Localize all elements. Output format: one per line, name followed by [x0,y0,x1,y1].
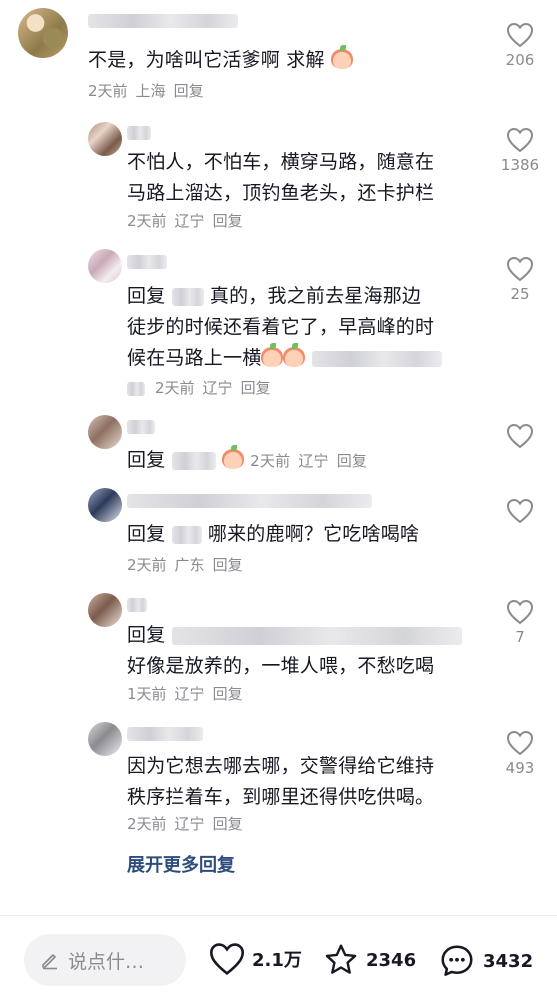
like-button[interactable] [496,498,544,524]
comment-time: 2天前 [155,379,195,397]
heart-outline-icon [506,127,534,153]
comment-text: 因为它想去哪去哪，交警得给它维持 秩序拦着车，到哪里还得供吃供喝。 [127,755,435,808]
username-blurred[interactable] [127,420,155,434]
avatar[interactable] [88,415,122,449]
reply-prefix: 回复 [127,624,166,646]
avatar[interactable] [88,249,122,283]
comment-text: 回复 真的，我之前去星海那边 徒步的时候还看着它了，早高峰的时 候在马路上一横 [127,281,442,374]
reply-button[interactable]: 回复 [241,379,271,397]
like-button[interactable]: 25 [496,256,544,303]
comment-text: 回复 2天前 辽宁 回复 [127,444,375,477]
username-blurred[interactable] [127,727,203,741]
comment-action-button[interactable]: 3432 [437,942,533,980]
comment-time: 2天前 [250,452,291,470]
mention-blurred[interactable] [171,451,216,470]
reply-prefix: 回复 [127,285,166,307]
like-button[interactable]: 206 [496,22,544,69]
reply-button[interactable]: 回复 [174,82,204,100]
comment-time: 2天前 [127,815,167,833]
reply-button[interactable]: 回复 [213,685,243,703]
reply-button[interactable]: 回复 [213,815,243,833]
blurred-content [127,381,145,396]
comment-location: 广东 [174,556,205,574]
comment-input[interactable]: 说点什… [24,934,186,986]
like-action-button[interactable]: 2.1万 [208,942,302,976]
peach-face-emoji-icon [261,342,284,367]
comment-location: 辽宁 [174,685,205,703]
avatar[interactable] [88,122,122,156]
avatar[interactable] [18,8,68,58]
comment-location: 辽宁 [174,815,205,833]
like-button[interactable]: 1386 [496,127,544,174]
heart-outline-icon [506,22,534,48]
blurred-content [311,350,442,367]
comment-text: 回复 哪来的鹿啊？它吃啥喝啥 [127,523,420,545]
avatar[interactable] [88,722,122,756]
favorite-action-button[interactable]: 2346 [322,942,416,978]
comment-meta: 2天前 广东 回复 [127,554,251,575]
username-blurred[interactable] [127,255,167,269]
reply-button[interactable]: 回复 [213,556,243,574]
comment-meta: 1天前 辽宁 回复 [127,683,251,704]
avatar[interactable] [88,488,122,522]
like-count: 25 [510,285,530,303]
pencil-icon [42,954,57,970]
mention-blurred[interactable] [171,626,462,645]
comment-text: 不是，为啥叫它活爹啊 求解 [88,44,353,76]
like-count: 206 [505,51,535,69]
peach-face-emoji-icon [283,342,306,367]
reply-button[interactable]: 回复 [337,452,367,470]
favorite-total-count: 2346 [366,949,417,971]
username-blurred[interactable] [127,126,151,140]
heart-outline-icon [506,599,534,625]
comment-time: 2天前 [127,212,167,230]
bottom-action-bar: 说点什… 2.1万 2346 3432 [0,916,557,992]
like-total-count: 2.1万 [252,950,302,971]
comment-text: 回复 好像是放养的，一堆人喂，不愁吃喝 [127,620,462,682]
comment-meta: 2天前 辽宁 回复 [127,813,251,834]
comment-meta: 2天前 辽宁 回复 [127,210,251,231]
username-blurred[interactable] [127,494,372,508]
peach-face-emoji-icon [221,444,244,469]
like-count: 1386 [500,156,540,174]
comment-location: 辽宁 [174,212,205,230]
heart-outline-icon [506,423,534,449]
comment-text: 不怕人，不怕车，横穿马路，随意在 马路上溜达，顶钓鱼老头，还卡护栏 [127,151,435,204]
comment-time: 1天前 [127,685,167,703]
reply-button[interactable]: 回复 [213,212,243,230]
like-button[interactable]: 7 [496,599,544,646]
comment-location: 辽宁 [298,452,329,470]
comment-meta: 2天前 辽宁 回复 [127,377,279,398]
comment-location: 辽宁 [202,379,233,397]
like-button[interactable]: 493 [496,730,544,777]
reply-prefix: 回复 [127,449,166,471]
mention-blurred[interactable] [171,287,204,306]
peach-face-emoji-icon [330,44,353,69]
avatar[interactable] [88,593,122,627]
username-blurred[interactable] [88,14,238,28]
comment-meta: 2天前 上海 回复 [88,80,212,101]
reply-prefix: 回复 [127,523,166,545]
chat-bubble-icon [441,945,473,976]
like-count: 7 [515,628,525,646]
like-count: 493 [505,759,535,777]
comment-meta: 2天前 辽宁 回复 [250,452,375,470]
username-blurred[interactable] [127,598,147,612]
star-outline-icon [325,944,357,974]
expand-more-replies-link[interactable]: 展开更多回复 [127,851,235,877]
heart-outline-icon [506,256,534,282]
comment-total-count: 3432 [483,950,534,972]
comment-time: 2天前 [127,556,167,574]
heart-outline-icon [209,943,245,976]
heart-outline-icon [506,498,534,524]
comment-location: 上海 [135,82,166,100]
like-button[interactable] [496,423,544,449]
comment-time: 2天前 [88,82,128,100]
comment-input-placeholder: 说点什… [68,950,145,973]
mention-blurred[interactable] [171,525,202,544]
heart-outline-icon [506,730,534,756]
